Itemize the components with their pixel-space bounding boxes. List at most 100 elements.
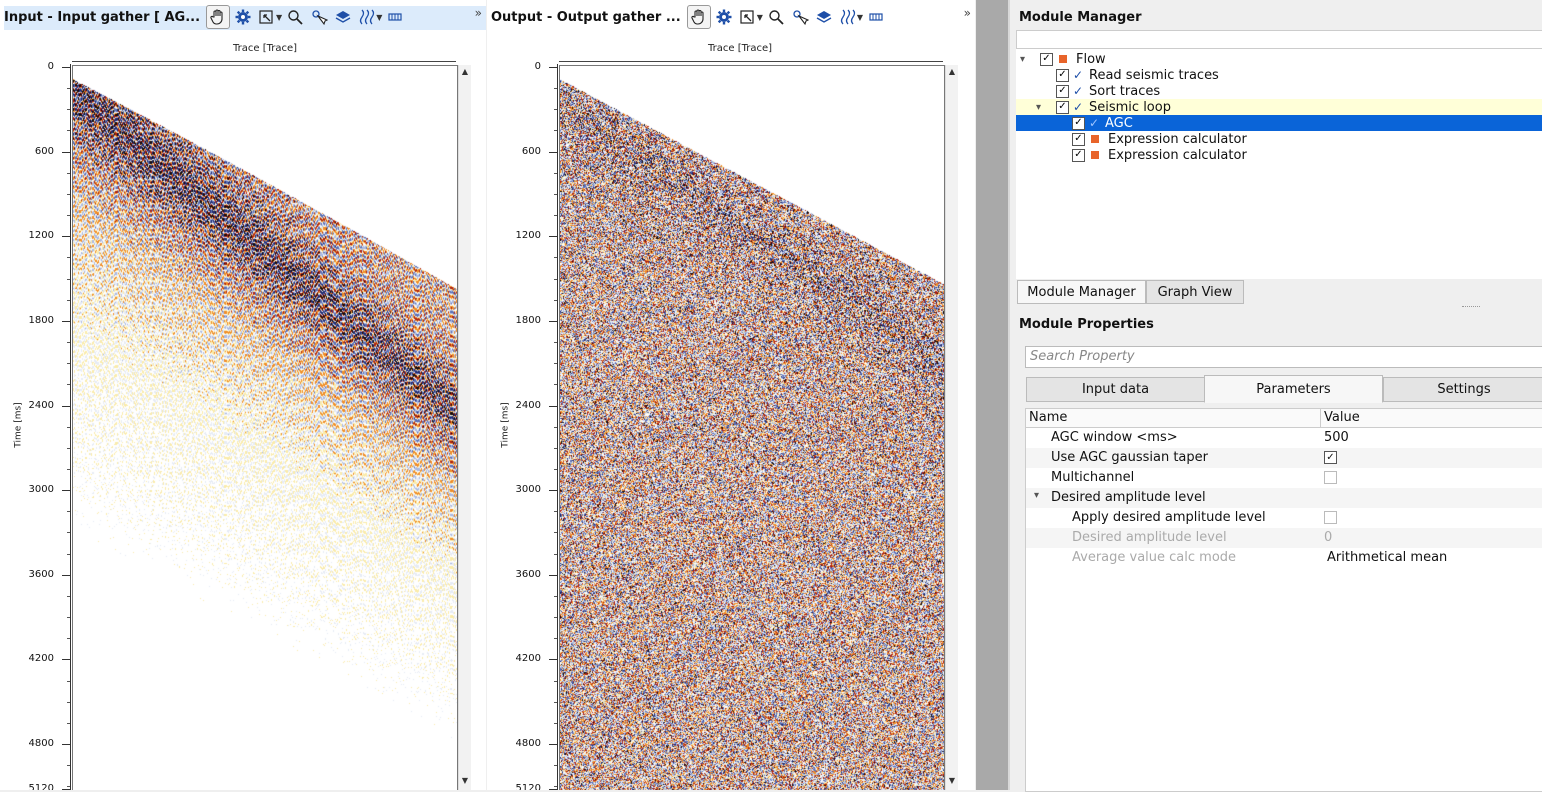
time-tick-label: 1200 — [28, 230, 54, 242]
search-zoom-icon[interactable] — [765, 6, 787, 28]
tab-input-data[interactable]: Input data — [1026, 377, 1205, 402]
output-viewer-title[interactable]: Output - Output gather ... — [487, 8, 685, 27]
scroll-up-icon[interactable]: ▲ — [459, 67, 471, 79]
property-name: Apply desired amplitude level — [1072, 510, 1266, 525]
time-tick-label: 5120 — [28, 783, 54, 790]
splitter-grip[interactable] — [1462, 306, 1480, 309]
toolbar-overflow-icon[interactable]: » — [475, 6, 482, 20]
module-manager-title: Module Manager — [1019, 10, 1142, 25]
tab-graph-view[interactable]: Graph View — [1146, 280, 1244, 304]
property-row[interactable]: Use AGC gaussian taper ✓ — [1026, 448, 1542, 468]
property-row[interactable]: AGC window <ms> 500 — [1026, 428, 1542, 448]
input-seismic-canvas[interactable] — [73, 66, 457, 790]
column-header-name[interactable]: Name — [1029, 410, 1067, 425]
chevron-down-icon[interactable]: ▼ — [757, 13, 763, 22]
tree-item[interactable]: ▾ ✓ ✓ Seismic loop — [1016, 99, 1542, 115]
property-name: Use AGC gaussian taper — [1051, 450, 1208, 465]
expander-arrow-icon[interactable]: ▾ — [1020, 54, 1032, 65]
pan-hand-icon[interactable] — [206, 5, 231, 29]
pick-cursor-icon[interactable] — [789, 6, 811, 28]
tree-item[interactable]: ▾ ✓ Flow — [1016, 51, 1542, 67]
blue-check-icon: ✓ — [1072, 68, 1084, 82]
time-tick-label: 0 — [534, 61, 541, 72]
tree-item[interactable]: ✓ ✓ Sort traces — [1016, 83, 1542, 99]
tree-item-label: Sort traces — [1089, 83, 1161, 99]
time-tick-label: 600 — [521, 145, 541, 157]
settings-gear-icon[interactable] — [232, 6, 254, 28]
tree-item[interactable]: ✓ ✓ Read seismic traces — [1016, 67, 1542, 83]
output-viewer-toolbar: Output - Output gather ... ▼ ▼ — [487, 4, 975, 30]
module-enable-checkbox[interactable]: ✓ — [1072, 148, 1085, 162]
output-vertical-scrollbar[interactable]: ▲ ▼ — [945, 65, 958, 790]
input-seismic-plot[interactable] — [72, 65, 458, 790]
property-value: Arithmetical mean — [1327, 550, 1448, 565]
time-tick-label: 600 — [34, 145, 54, 157]
toolbar-overflow-icon[interactable]: » — [964, 6, 971, 20]
module-enable-checkbox[interactable]: ✓ — [1072, 116, 1085, 130]
property-row: Desired amplitude level 0 — [1026, 528, 1542, 548]
module-enable-checkbox[interactable]: ✓ — [1056, 68, 1069, 82]
colorbar-icon[interactable] — [384, 6, 406, 28]
search-zoom-icon[interactable] — [284, 6, 306, 28]
chevron-down-icon[interactable]: ▼ — [276, 13, 282, 22]
pan-hand-icon[interactable] — [686, 5, 711, 29]
output-trace-axis-label: Trace [Trace] — [708, 43, 773, 54]
time-tick-label: 3600 — [28, 568, 54, 580]
zoom-region-icon[interactable] — [256, 6, 278, 28]
tree-item[interactable]: ✓ ✓ AGC — [1016, 115, 1542, 131]
tab-parameters[interactable]: Parameters — [1204, 375, 1383, 403]
property-row[interactable]: Apply desired amplitude level — [1026, 508, 1542, 528]
time-tick-label: 1800 — [515, 314, 541, 326]
output-seismic-plot[interactable] — [559, 65, 945, 790]
tree-item-label: Flow — [1076, 51, 1106, 67]
colorbar-icon[interactable] — [865, 6, 887, 28]
input-vertical-scrollbar[interactable]: ▲ ▼ — [458, 65, 471, 790]
tree-item[interactable]: ✓ Expression calculator — [1016, 147, 1542, 163]
wiggle-display-icon[interactable] — [837, 6, 859, 28]
time-tick-label: 3000 — [28, 484, 54, 496]
tab-settings[interactable]: Settings — [1383, 377, 1542, 402]
module-enable-checkbox[interactable]: ✓ — [1072, 132, 1085, 146]
chevron-down-icon[interactable]: ▼ — [857, 13, 863, 22]
property-checkbox[interactable]: ✓ — [1324, 451, 1337, 464]
column-header-value[interactable]: Value — [1324, 410, 1360, 425]
time-axis-line — [70, 64, 71, 790]
property-row[interactable]: Multichannel — [1026, 468, 1542, 488]
tree-item-label: AGC — [1105, 115, 1133, 131]
layers-icon[interactable] — [813, 6, 835, 28]
scroll-up-icon[interactable]: ▲ — [946, 67, 958, 79]
module-tree: ▾ ✓ Flow ✓ ✓ Read seismic traces ✓ ✓ Sort traces… — [1016, 48, 1542, 279]
panel-splitter[interactable] — [976, 0, 1010, 790]
property-table-header: Name Value — [1026, 409, 1542, 428]
zoom-region-icon[interactable] — [737, 6, 759, 28]
property-row[interactable]: ▾ Desired amplitude level — [1026, 488, 1542, 508]
time-tick-label: 3000 — [515, 484, 541, 496]
time-tick-label: 2400 — [515, 399, 541, 411]
module-enable-checkbox[interactable]: ✓ — [1040, 52, 1053, 66]
expander-arrow-icon[interactable]: ▾ — [1036, 102, 1048, 113]
search-property-input[interactable]: Search Property — [1025, 346, 1542, 368]
input-viewer-title[interactable]: Input - Input gather [ AG... — [0, 8, 204, 27]
scroll-down-icon[interactable]: ▼ — [459, 776, 471, 788]
scroll-down-icon[interactable]: ▼ — [946, 776, 958, 788]
layers-icon[interactable] — [332, 6, 354, 28]
module-enable-checkbox[interactable]: ✓ — [1056, 84, 1069, 98]
property-checkbox[interactable] — [1324, 511, 1337, 524]
time-tick-label: 2400 — [28, 399, 54, 411]
property-checkbox[interactable] — [1324, 471, 1337, 484]
property-value: 0 — [1324, 530, 1333, 545]
property-value[interactable]: 500 — [1324, 430, 1349, 445]
blue-check-icon: ✓ — [1072, 84, 1084, 98]
chevron-down-icon[interactable]: ▼ — [376, 13, 382, 22]
tree-item[interactable]: ✓ Expression calculator — [1016, 131, 1542, 147]
pick-cursor-icon[interactable] — [308, 6, 330, 28]
module-enable-checkbox[interactable]: ✓ — [1056, 100, 1069, 114]
time-tick-label: 5120 — [515, 783, 541, 790]
tree-item-label: Expression calculator — [1108, 147, 1247, 163]
group-expander-icon[interactable]: ▾ — [1034, 490, 1039, 501]
orange-square-icon — [1091, 135, 1099, 143]
settings-gear-icon[interactable] — [713, 6, 735, 28]
output-seismic-canvas[interactable] — [560, 66, 944, 790]
wiggle-display-icon[interactable] — [356, 6, 378, 28]
tab-module-manager[interactable]: Module Manager — [1017, 280, 1146, 304]
